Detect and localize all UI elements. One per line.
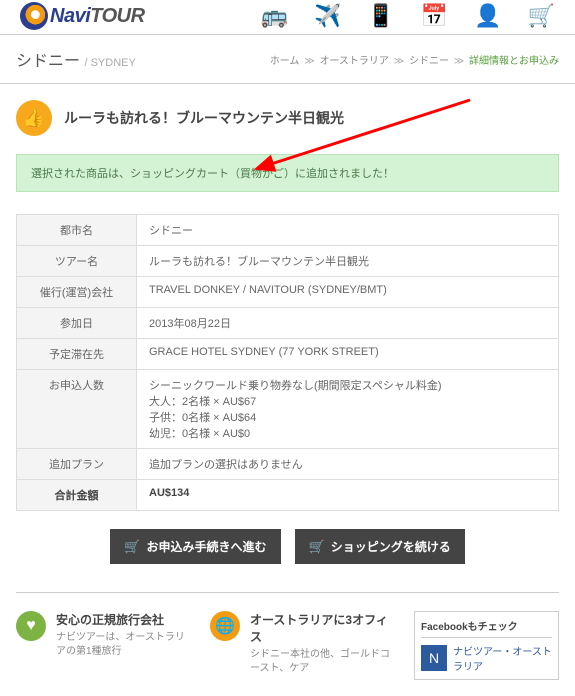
table-row: 予定滞在先GRACE HOTEL SYDNEY (77 YORK STREET) bbox=[17, 339, 559, 370]
footer-title-2: オーストラリアに3オフィス bbox=[250, 611, 390, 645]
chevron-right-icon: ≫ bbox=[454, 56, 464, 67]
row-label: 参加日 bbox=[17, 308, 137, 339]
crumb-current: 詳細情報とお申込み bbox=[469, 56, 559, 67]
table-row: 催行(運営)会社TRAVEL DONKEY / NAVITOUR (SYDNEY… bbox=[17, 277, 559, 308]
header-icons: 🚌 ✈️ 📱 📅 👤 🛒 bbox=[261, 3, 555, 29]
alert-success: 選択された商品は、ショッピングカート（買物かご）に追加されました！ bbox=[16, 154, 559, 192]
crumb-home[interactable]: ホーム bbox=[270, 56, 300, 67]
page-title: ルーラも訪れる！ブルーマウンテン半日観光 bbox=[64, 108, 344, 128]
row-value: シドニー bbox=[137, 215, 559, 246]
globe-icon: 🌐 bbox=[210, 611, 240, 641]
row-value: GRACE HOTEL SYDNEY (77 YORK STREET) bbox=[137, 339, 559, 370]
checkout-button[interactable]: 🛒 お申込み手続きへ進む bbox=[110, 529, 280, 564]
row-value: シーニックワールド乗り物券なし(期間限定スペシャル料金)大人：2名様 × AU$… bbox=[137, 370, 559, 449]
breadcrumb: ホーム ≫ オーストラリア ≫ シドニー ≫ 詳細情報とお申込み bbox=[270, 52, 559, 67]
table-row: お申込人数シーニックワールド乗り物券なし(期間限定スペシャル料金)大人：2名様 … bbox=[17, 370, 559, 449]
row-value: 2013年08月22日 bbox=[137, 308, 559, 339]
page-city: シドニー / SYDNEY bbox=[16, 47, 136, 71]
row-label: ツアー名 bbox=[17, 246, 137, 277]
heart-icon: ♥ bbox=[16, 611, 46, 641]
plane-icon[interactable]: ✈️ bbox=[314, 3, 341, 29]
crumb-country[interactable]: オーストラリア bbox=[319, 56, 389, 67]
button-row: 🛒 お申込み手続きへ進む 🛒 ショッピングを続ける bbox=[16, 529, 559, 564]
facebook-widget[interactable]: Facebookもチェック N ナビツアー・オーストラリア bbox=[414, 611, 559, 680]
fb-page-link[interactable]: N ナビツアー・オーストラリア bbox=[421, 643, 552, 673]
chevron-right-icon: ≫ bbox=[304, 56, 314, 67]
footer-col-1: ♥ 安心の正規旅行会社 ナビツアーは、オーストラリアの第1種旅行 bbox=[16, 611, 186, 680]
row-label: お申込人数 bbox=[17, 370, 137, 449]
row-label: 予定滞在先 bbox=[17, 339, 137, 370]
logo[interactable]: NaviTOUR bbox=[20, 2, 145, 30]
logo-text: NaviTOUR bbox=[50, 5, 145, 28]
cart-icon: 🛒 bbox=[124, 539, 140, 555]
user-icon[interactable]: 👤 bbox=[474, 3, 501, 29]
bus-icon[interactable]: 🚌 bbox=[261, 3, 288, 29]
fb-thumbnail: N bbox=[421, 645, 447, 671]
crumb-city[interactable]: シドニー bbox=[409, 56, 449, 67]
row-value: ルーラも訪れる！ブルーマウンテン半日観光 bbox=[137, 246, 559, 277]
header: NaviTOUR 🚌 ✈️ 📱 📅 👤 🛒 bbox=[0, 0, 575, 34]
main: 👍 ルーラも訪れる！ブルーマウンテン半日観光 選択された商品は、ショッピングカー… bbox=[0, 84, 575, 696]
phone-icon[interactable]: 📱 bbox=[367, 3, 394, 29]
footer-body-2: シドニー本社の他、ゴールドコースト、ケア bbox=[250, 648, 390, 676]
title-row: 👍 ルーラも訪れる！ブルーマウンテン半日観光 bbox=[16, 100, 559, 136]
cart-icon: 🛒 bbox=[309, 539, 325, 555]
continue-shopping-button[interactable]: 🛒 ショッピングを続ける bbox=[295, 529, 465, 564]
footer: ♥ 安心の正規旅行会社 ナビツアーは、オーストラリアの第1種旅行 🌐 オーストラ… bbox=[16, 592, 559, 680]
row-label: 都市名 bbox=[17, 215, 137, 246]
footer-body-1: ナビツアーは、オーストラリアの第1種旅行 bbox=[56, 631, 186, 659]
table-row: 追加プラン追加プランの選択はありません bbox=[17, 449, 559, 480]
table-row: 参加日2013年08月22日 bbox=[17, 308, 559, 339]
breadcrumb-bar: シドニー / SYDNEY ホーム ≫ オーストラリア ≫ シドニー ≫ 詳細情… bbox=[0, 34, 575, 84]
row-label: 追加プラン bbox=[17, 449, 137, 480]
cart-icon[interactable]: 🛒 bbox=[528, 3, 555, 29]
footer-title-1: 安心の正規旅行会社 bbox=[56, 611, 186, 628]
table-row: 都市名シドニー bbox=[17, 215, 559, 246]
calendar-icon[interactable]: 📅 bbox=[421, 3, 448, 29]
table-row: ツアー名ルーラも訪れる！ブルーマウンテン半日観光 bbox=[17, 246, 559, 277]
row-value: 追加プランの選択はありません bbox=[137, 449, 559, 480]
footer-col-2: 🌐 オーストラリアに3オフィス シドニー本社の他、ゴールドコースト、ケア bbox=[210, 611, 390, 680]
thumbs-up-icon: 👍 bbox=[16, 100, 52, 136]
chevron-right-icon: ≫ bbox=[394, 56, 404, 67]
details-table: 都市名シドニーツアー名ルーラも訪れる！ブルーマウンテン半日観光催行(運営)会社T… bbox=[16, 214, 559, 511]
row-value: TRAVEL DONKEY / NAVITOUR (SYDNEY/BMT) bbox=[137, 277, 559, 308]
logo-icon bbox=[20, 2, 48, 30]
row-label: 催行(運営)会社 bbox=[17, 277, 137, 308]
fb-heading: Facebookもチェック bbox=[421, 618, 552, 638]
